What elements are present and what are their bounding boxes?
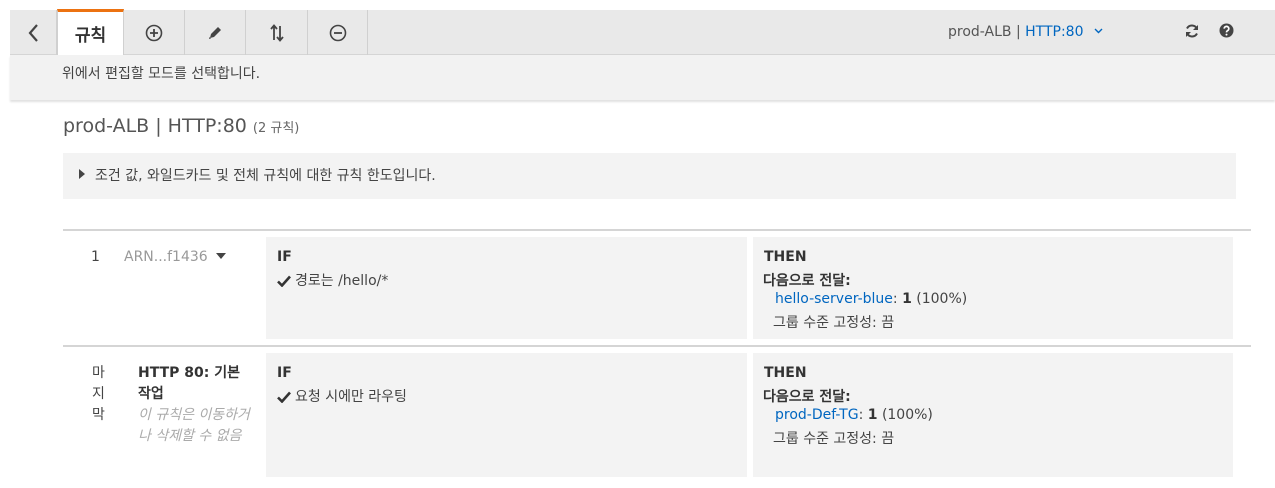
target-group-percent: (100%) (916, 291, 968, 307)
page-title-text: prod-ALB | HTTP:80 (63, 115, 247, 137)
rule-arn-dropdown[interactable]: ARN...f1436 (124, 249, 226, 265)
forward-label: 다음으로 전달: (763, 389, 851, 405)
sort-arrows-icon (269, 23, 284, 42)
target-group-weight: 1 (902, 291, 912, 307)
then-label: THEN (764, 365, 807, 381)
target-group-percent: (100%) (881, 407, 933, 423)
page-title: prod-ALB | HTTP:80 (2 규칙) (63, 115, 299, 137)
add-rule-button[interactable] (124, 10, 185, 55)
stickiness-text: 그룹 수준 고정성: 끔 (773, 315, 895, 331)
condition-text: 경로는 /hello/* (295, 273, 389, 289)
rule-if-panel: IF 요청 시에만 라우팅 (266, 353, 747, 477)
rule-condition: 요청 시에만 라우팅 (277, 386, 407, 406)
target-group-colon: : (892, 291, 898, 307)
delete-rule-button[interactable] (308, 10, 368, 55)
rule-limits-text: 조건 값, 와일드카드 및 전체 규칙에 대한 규칙 한도입니다. (95, 168, 436, 184)
tab-rules[interactable]: 규칙 (57, 9, 124, 55)
help-button[interactable] (1219, 23, 1234, 42)
title-separator: | (1015, 24, 1021, 40)
listener-name: HTTP:80 (1025, 24, 1084, 40)
pencil-icon (209, 26, 221, 39)
rule-arn: ARN...f1436 (124, 249, 208, 265)
then-label: THEN (764, 249, 807, 265)
listener-selector[interactable]: prod-ALB | HTTP:80 (948, 24, 1103, 40)
rule-then-panel: THEN 다음으로 전달: hello-server-blue: 1 (100%… (753, 237, 1233, 339)
rule-number: 1 (91, 249, 100, 265)
check-icon (277, 391, 291, 404)
default-rule-name: HTTP 80: 기본 작업 (138, 365, 240, 402)
if-label: IF (277, 249, 292, 265)
target-group-weight: 1 (867, 407, 878, 423)
if-label: IF (277, 365, 292, 381)
edit-rule-button[interactable] (185, 10, 246, 55)
target-group-link[interactable]: prod-Def-TG (775, 407, 859, 423)
rule-count: (2 규칙) (252, 121, 300, 136)
refresh-icon (1186, 24, 1198, 38)
rule-divider (63, 229, 1251, 231)
mode-hint-text: 위에서 편집할 모드를 선택합니다. (62, 66, 261, 82)
rules-toolbar: 규칙 prod-ALB | HTTP:80 (10, 9, 1275, 55)
condition-text: 요청 시에만 라우팅 (295, 389, 407, 405)
mode-hint-bar: 위에서 편집할 모드를 선택합니다. (10, 55, 1275, 100)
rule-condition: 경로는 /hello/* (277, 270, 388, 290)
reorder-rules-button[interactable] (246, 10, 308, 55)
default-rule-note: 이 규칙은 이동하거나 삭제할 수 없음 (138, 407, 250, 444)
help-icon (1219, 23, 1234, 38)
target-group-entry: prod-Def-TG: 1 (100%) (775, 407, 933, 423)
rule-number: 마지막 (92, 365, 105, 423)
rule-then-panel: THEN 다음으로 전달: prod-Def-TG: 1 (100%) 그룹 수… (753, 353, 1233, 477)
minus-circle-icon (329, 24, 346, 41)
forward-label: 다음으로 전달: (763, 273, 851, 289)
caret-right-icon (79, 169, 85, 179)
check-icon (277, 275, 291, 288)
target-group-colon: : (858, 407, 864, 423)
tab-rules-label: 규칙 (74, 26, 107, 46)
plus-circle-icon (145, 24, 163, 41)
refresh-button[interactable] (1184, 23, 1200, 43)
chevron-left-icon (28, 23, 38, 42)
target-group-link[interactable]: hello-server-blue (775, 291, 893, 307)
load-balancer-name: prod-ALB (948, 24, 1012, 40)
stickiness-text: 그룹 수준 고정성: 끔 (773, 431, 895, 447)
target-group-entry: hello-server-blue: 1 (100%) (775, 291, 967, 307)
chevron-down-icon (1094, 28, 1103, 34)
rule-if-panel: IF 경로는 /hello/* (266, 237, 747, 339)
back-button[interactable] (10, 10, 57, 55)
caret-down-icon (215, 253, 226, 259)
rule-divider (63, 345, 1251, 347)
rule-limits-expander[interactable]: 조건 값, 와일드카드 및 전체 규칙에 대한 규칙 한도입니다. (63, 153, 1236, 199)
